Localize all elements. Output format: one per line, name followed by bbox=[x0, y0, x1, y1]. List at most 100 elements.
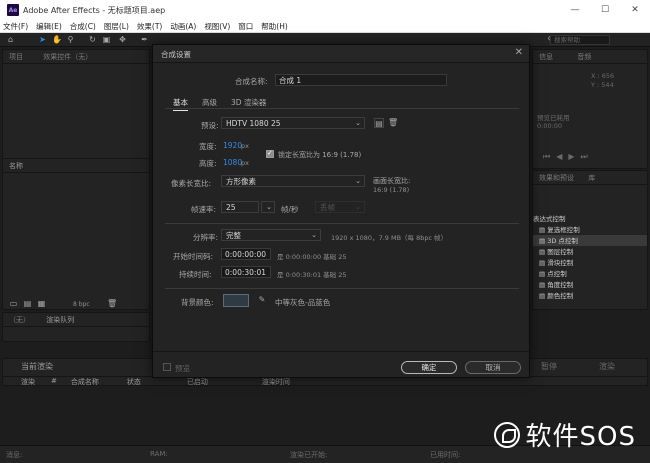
menu-help[interactable]: 帮助(H) bbox=[261, 21, 288, 32]
effect-icon: ▤ bbox=[539, 281, 548, 289]
effects-list-item[interactable]: ▤ 点控制 bbox=[533, 268, 647, 279]
tab-library[interactable]: 库 bbox=[588, 174, 595, 182]
col-started: 已启动 bbox=[186, 378, 208, 386]
preset-select[interactable]: HDTV 1080 25 ⌄ bbox=[221, 117, 365, 129]
status-ram: RAM: bbox=[150, 450, 168, 458]
preview-label: 预览 bbox=[175, 364, 190, 373]
rotate-tool-icon[interactable]: ↻ bbox=[88, 35, 97, 44]
width-value[interactable]: 1920 bbox=[223, 141, 242, 150]
menu-view[interactable]: 视图(V) bbox=[204, 21, 230, 32]
preset-value: HDTV 1080 25 bbox=[226, 119, 281, 128]
ok-button[interactable]: 确定 bbox=[401, 361, 457, 374]
tab-effects-presets[interactable]: 效果和预设 bbox=[539, 174, 574, 182]
height-value[interactable]: 1080 bbox=[223, 158, 242, 167]
effects-list-item[interactable]: ▤ 颜色控制 bbox=[533, 290, 647, 301]
resolution-label: 分辨率: bbox=[193, 233, 219, 242]
close-icon[interactable]: ✕ bbox=[620, 0, 650, 20]
pixel-aspect-select[interactable]: 方形像素 ⌄ bbox=[221, 175, 365, 187]
tab-info[interactable]: 信息 bbox=[539, 53, 553, 61]
new-comp-icon[interactable]: ▦ bbox=[37, 299, 46, 308]
menu-layer[interactable]: 图层(L) bbox=[104, 21, 129, 32]
tab-audio[interactable]: 音频 bbox=[577, 53, 591, 61]
frame-aspect-value: 16:9 (1.78) bbox=[373, 186, 410, 194]
composition-settings-dialog: 合成设置 ✕ 合成名称: 合成 1 基本 高级 3D 渲染器 预设: HDTV … bbox=[152, 44, 530, 378]
tab-render-queue[interactable]: 渲染队列 bbox=[46, 316, 74, 324]
menu-composition[interactable]: 合成(C) bbox=[70, 21, 96, 32]
frame-rate-select[interactable]: 25 bbox=[221, 201, 259, 213]
project-panel: 项目 效果控件（无） bbox=[2, 49, 150, 159]
chevron-down-icon: ⌄ bbox=[311, 231, 317, 239]
playback-controls[interactable]: ⏮◀▶⏭ bbox=[543, 152, 594, 162]
menu-edit[interactable]: 编辑(E) bbox=[36, 21, 62, 32]
start-timecode-info: 是 0:00:00:00 基础 25 bbox=[277, 253, 347, 261]
bg-color-name: 中等灰色-品蓝色 bbox=[275, 298, 331, 307]
effects-list-item[interactable]: 表达式控制 bbox=[533, 213, 647, 224]
start-timecode-input[interactable]: 0:00:00:00 bbox=[221, 248, 271, 260]
new-folder-icon[interactable]: ▤ bbox=[23, 299, 32, 308]
menu-window[interactable]: 窗口 bbox=[238, 21, 253, 32]
trash-icon[interactable]: 🗑 bbox=[107, 299, 117, 308]
effects-list-item[interactable]: ▤ 图层控制 bbox=[533, 246, 647, 257]
zoom-tool-icon[interactable]: ⚲ bbox=[66, 35, 75, 44]
duration-input[interactable]: 0:00:30:01 bbox=[221, 266, 271, 278]
delete-preset-icon[interactable]: 🗑 bbox=[388, 118, 398, 128]
dialog-close-icon[interactable]: ✕ bbox=[515, 48, 523, 58]
maximize-icon[interactable]: ☐ bbox=[590, 0, 620, 20]
tab-effect-controls[interactable]: 效果控件（无） bbox=[43, 53, 92, 61]
frame-rate-label: 帧速率: bbox=[191, 205, 217, 214]
effects-list-label: 表达式控制 bbox=[533, 215, 566, 223]
pen-tool-icon[interactable]: ✒ bbox=[140, 35, 149, 44]
hand-tool-icon[interactable]: ✋ bbox=[52, 35, 62, 44]
menu-animation[interactable]: 动画(A) bbox=[170, 21, 196, 32]
resolution-select[interactable]: 完整 ⌄ bbox=[221, 229, 321, 241]
window-titlebar: Ae Adobe After Effects - 无标题项目.aep — ☐ ✕ bbox=[0, 0, 650, 20]
home-icon[interactable]: ⌂ bbox=[6, 35, 15, 44]
comp-name-input[interactable]: 合成 1 bbox=[275, 74, 447, 86]
height-label: 高度: bbox=[199, 159, 217, 168]
cancel-button[interactable]: 取消 bbox=[465, 361, 521, 374]
effect-icon: ▤ bbox=[539, 270, 548, 278]
eyedropper-icon[interactable]: ✎ bbox=[257, 295, 267, 305]
section-divider bbox=[165, 223, 519, 224]
menu-effect[interactable]: 效果(T) bbox=[137, 21, 162, 32]
pause-button[interactable]: 暂停 bbox=[541, 361, 557, 372]
effects-list-label: 角度控制 bbox=[547, 281, 574, 289]
effects-list-item[interactable]: ▤ 滑块控制 bbox=[533, 257, 647, 268]
frame-rate-unit: 帧/秒 bbox=[281, 205, 299, 214]
bg-color-swatch[interactable] bbox=[223, 294, 249, 307]
effects-list-item[interactable]: ▤ 3D 点控制 bbox=[533, 235, 647, 246]
effects-list-item[interactable]: ▤ 角度控制 bbox=[533, 279, 647, 290]
save-preset-icon[interactable]: ▤ bbox=[374, 118, 384, 128]
render-tabs: （无） 渲染队列 bbox=[3, 313, 149, 327]
tab-none[interactable]: （无） bbox=[9, 316, 30, 324]
effects-list-item[interactable]: ▤ 复选框控制 bbox=[533, 224, 647, 235]
status-elapsed: 已用时间: bbox=[430, 451, 461, 459]
chevron-down-icon: ⌄ bbox=[355, 177, 361, 185]
window-controls: — ☐ ✕ bbox=[560, 0, 650, 20]
render-button[interactable]: 渲染 bbox=[599, 361, 615, 372]
project-panel-head: 项目 效果控件（无） bbox=[3, 50, 149, 64]
selection-tool-icon[interactable]: ➤ bbox=[38, 35, 47, 44]
lock-aspect-checkbox[interactable] bbox=[266, 149, 274, 158]
status-message: 消息: bbox=[6, 451, 23, 459]
bpc-label[interactable]: 8 bpc bbox=[73, 301, 90, 308]
section-divider bbox=[165, 288, 519, 289]
frame-rate-dropdown[interactable]: ⌄ bbox=[261, 201, 275, 213]
menu-file[interactable]: 文件(F) bbox=[3, 21, 28, 32]
effect-icon: ▤ bbox=[539, 226, 548, 234]
col-render: 渲染 bbox=[21, 378, 35, 386]
frame-rate-value: 25 bbox=[226, 203, 236, 212]
info-panel-head: 信息 音频 bbox=[533, 50, 647, 64]
preview-checkbox[interactable] bbox=[163, 363, 171, 371]
effects-list-label: 复选框控制 bbox=[547, 226, 580, 234]
tab-project[interactable]: 项目 bbox=[9, 53, 23, 61]
pixel-aspect-value: 方形像素 bbox=[226, 177, 256, 186]
camera-tool-icon[interactable]: ▣ bbox=[102, 35, 111, 44]
col-status: 状态 bbox=[126, 378, 141, 386]
minimize-icon[interactable]: — bbox=[560, 0, 590, 20]
folder-icon[interactable]: ▭ bbox=[9, 299, 18, 308]
watermark-logo-icon bbox=[493, 421, 520, 448]
help-search-input[interactable]: 搜索帮助 bbox=[550, 35, 610, 45]
resolution-info: 1920 x 1080，7.9 MB（每 8bpc 帧） bbox=[331, 234, 448, 242]
pan-tool-icon[interactable]: ✥ bbox=[118, 35, 127, 44]
